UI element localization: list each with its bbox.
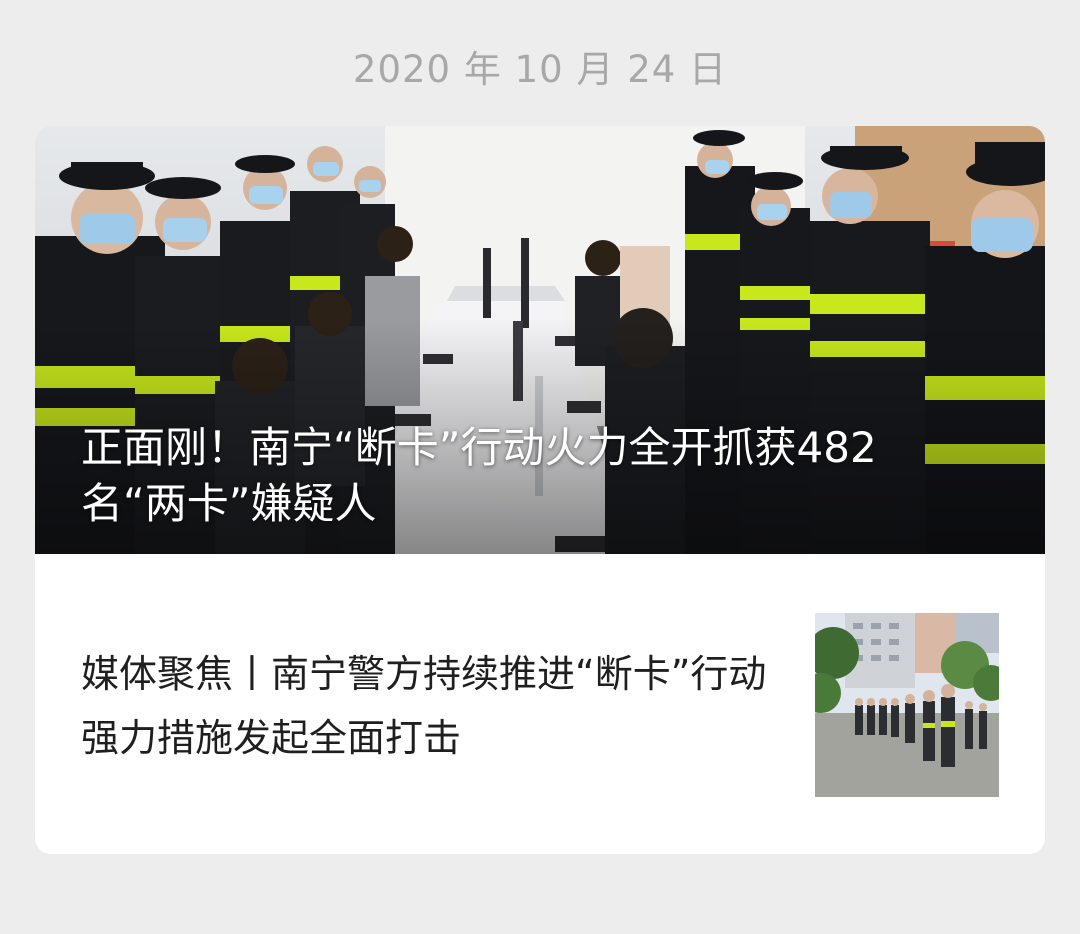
sub-article-item[interactable]: 媒体聚焦丨南宁警方持续推进“断卡”行动 强力措施发起全面打击 — [35, 554, 1045, 854]
article-card: 正面刚！南宁“断卡”行动火力全开抓获482 名“两卡”嫌疑人 媒体聚焦丨南宁警方… — [35, 126, 1045, 854]
sub-article-title: 媒体聚焦丨南宁警方持续推进“断卡”行动 强力措施发起全面打击 — [81, 652, 767, 760]
police-lineup-thumbnail-image — [815, 613, 999, 797]
message-date: 2020 年 10 月 24 日 — [352, 48, 728, 91]
lead-article[interactable]: 正面刚！南宁“断卡”行动火力全开抓获482 名“两卡”嫌疑人 — [35, 126, 1045, 554]
lead-article-title: 正面刚！南宁“断卡”行动火力全开抓获482 名“两卡”嫌疑人 — [81, 423, 877, 528]
sub-article-thumbnail — [815, 613, 999, 797]
